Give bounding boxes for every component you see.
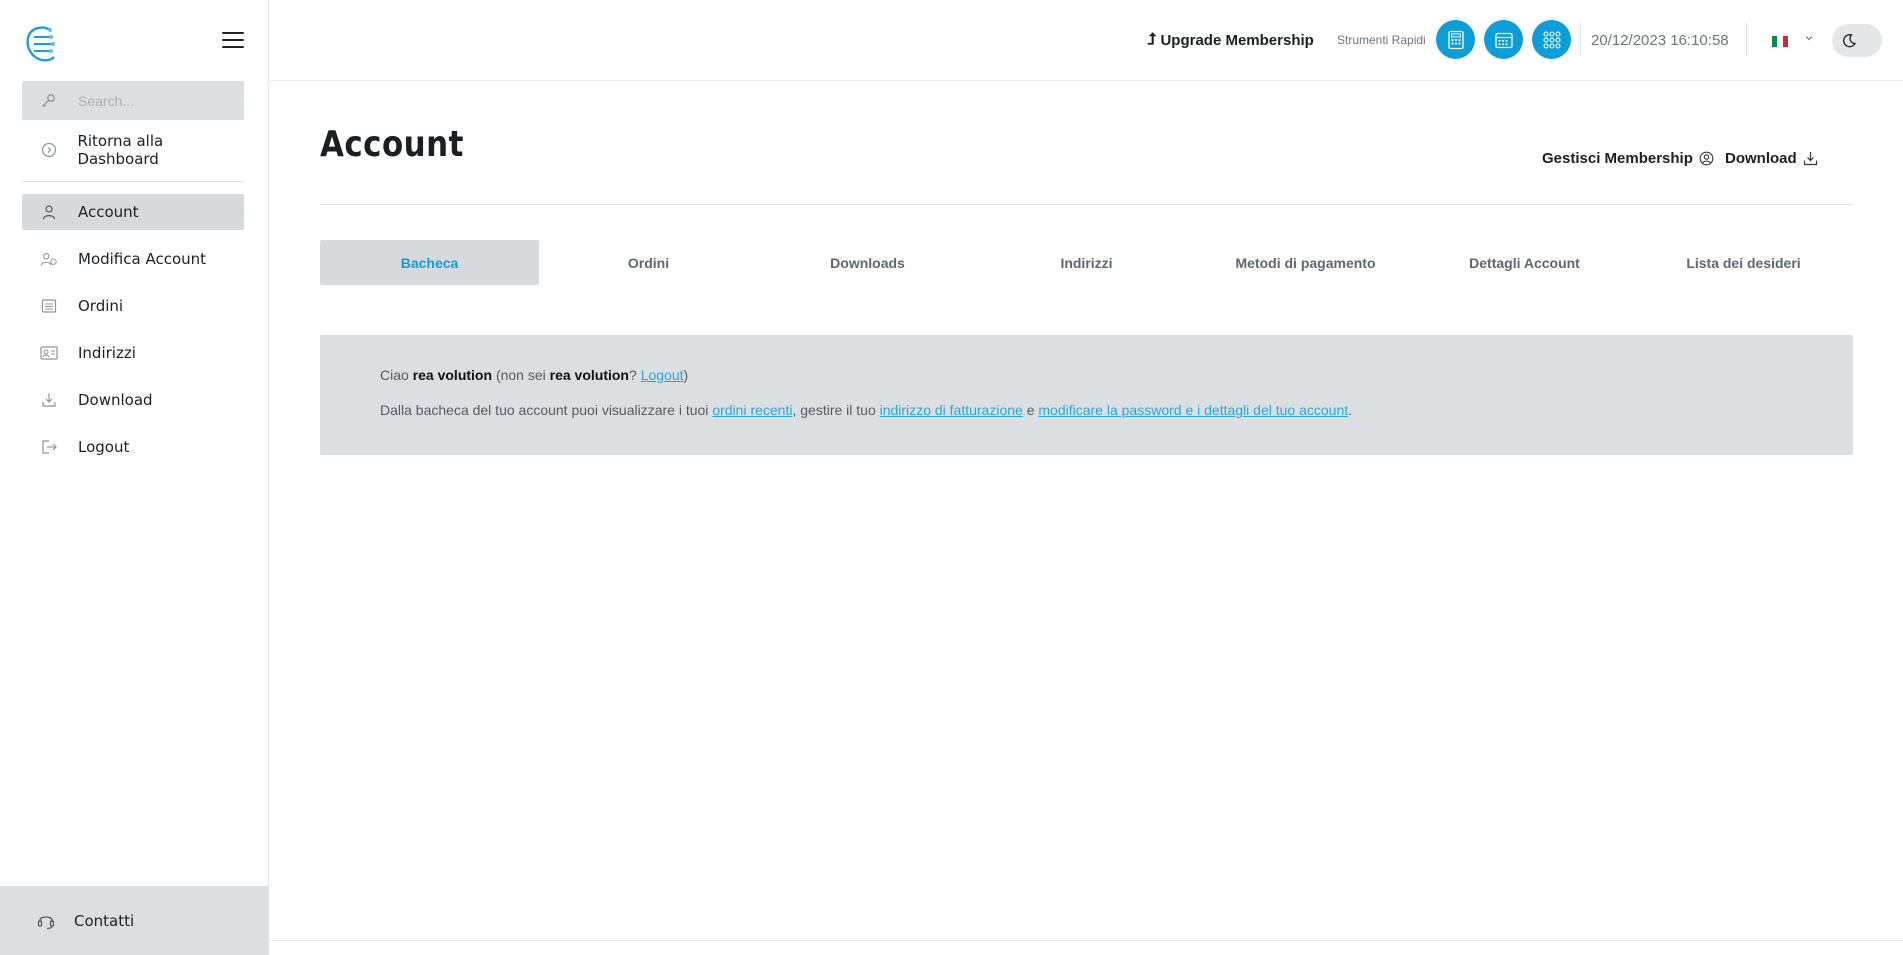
calculator-button[interactable]: [1436, 20, 1475, 59]
tab-ordini[interactable]: Ordini: [539, 240, 758, 285]
upgrade-membership-label: Upgrade Membership: [1160, 31, 1314, 49]
description-intro: Dalla bacheca del tuo account puoi visua…: [380, 402, 709, 418]
description-end: .: [1348, 402, 1353, 418]
footer-divider: [270, 940, 1903, 941]
greeting-question: ?: [629, 367, 637, 383]
back-to-dashboard-label: Ritorna alla Dashboard: [77, 132, 164, 168]
sidebar-item-indirizzi[interactable]: Indirizzi: [22, 335, 244, 371]
moon-icon: [1835, 27, 1862, 54]
contact-button[interactable]: Contatti: [0, 886, 269, 955]
sidebar-item-logout[interactable]: Logout: [22, 429, 244, 465]
dashboard-message-panel: Ciao rea volution (non sei rea volution?…: [320, 335, 1853, 455]
top-bar: ⮥ Upgrade Membership Strumenti Rapidi 20…: [270, 0, 1903, 81]
upgrade-membership-button[interactable]: ⮥ Upgrade Membership: [1147, 31, 1314, 49]
download-icon: [40, 391, 58, 409]
dark-mode-toggle[interactable]: [1832, 24, 1882, 57]
recent-orders-link[interactable]: ordini recenti: [712, 402, 792, 418]
sidebar-item-download[interactable]: Download: [22, 382, 244, 418]
download-icon: [1803, 152, 1817, 166]
logo-icon[interactable]: [24, 24, 58, 64]
greeting-not-you-user: rea volution: [549, 367, 629, 383]
tab-metodi-pagamento[interactable]: Metodi di pagamento: [1196, 240, 1415, 285]
tab-dettagli-account[interactable]: Dettagli Account: [1415, 240, 1634, 285]
billing-address-link[interactable]: indirizzo di fatturazione: [880, 402, 1023, 418]
key-icon: [42, 93, 55, 107]
sidebar: Ritorna alla Dashboard Account Modifica …: [0, 0, 269, 955]
arrow-up-icon: ⮥: [1147, 31, 1157, 48]
sidebar-item-account[interactable]: Account: [22, 194, 244, 230]
user-icon: [40, 203, 58, 221]
quick-tools-label: Strumenti Rapidi: [1337, 33, 1426, 47]
sidebar-item-label: Download: [78, 391, 153, 409]
sidebar-item-label: Indirizzi: [78, 344, 136, 362]
user-circle-icon: [1699, 151, 1714, 166]
download-label: Download: [1725, 150, 1797, 167]
calendar-button[interactable]: [1484, 20, 1523, 59]
apps-grid-icon: [1542, 30, 1561, 49]
circle-arrow-icon: [40, 141, 57, 159]
sidebar-item-label: Logout: [78, 438, 130, 456]
manage-membership-label: Gestisci Membership: [1542, 150, 1693, 167]
search-input[interactable]: [78, 92, 228, 109]
search-box[interactable]: [22, 81, 244, 120]
greeting-not-you: (non sei: [495, 367, 546, 383]
sidebar-item-ordini[interactable]: Ordini: [22, 288, 244, 324]
contact-label: Contatti: [74, 911, 135, 930]
sidebar-item-label: Account: [78, 203, 139, 221]
orders-icon: [40, 297, 58, 315]
dashboard-description: Dalla bacheca del tuo account puoi visua…: [380, 402, 1352, 418]
apps-grid-button[interactable]: [1532, 20, 1571, 59]
calculator-icon: [1447, 30, 1464, 49]
tab-indirizzi[interactable]: Indirizzi: [977, 240, 1196, 285]
greeting-username: rea volution: [412, 367, 493, 383]
description-mid2: e: [1026, 402, 1035, 418]
sidebar-item-modifica-account[interactable]: Modifica Account: [22, 241, 244, 277]
tab-lista-desideri[interactable]: Lista dei desideri: [1634, 240, 1853, 285]
sidebar-divider: [22, 181, 244, 182]
separator: [1746, 22, 1747, 56]
greeting-hello: Ciao: [380, 367, 409, 383]
chevron-down-icon[interactable]: [1804, 33, 1814, 43]
logout-icon: [40, 438, 58, 456]
header-divider: [320, 204, 1853, 205]
headset-icon: [37, 915, 55, 929]
logout-link[interactable]: Logout: [641, 367, 684, 383]
sidebar-item-label: Ordini: [78, 297, 124, 315]
calendar-icon: [1494, 32, 1513, 48]
user-edit-icon: [40, 250, 58, 268]
account-tabs: Bacheca Ordini Downloads Indirizzi Metod…: [320, 240, 1853, 285]
address-card-icon: [40, 344, 58, 362]
description-mid1: , gestire il tuo: [792, 402, 876, 418]
greeting-text: Ciao rea volution (non sei rea volution?…: [380, 367, 688, 383]
sidebar-item-label: Modifica Account: [78, 250, 207, 268]
separator: [1580, 22, 1581, 56]
italy-flag-icon[interactable]: [1772, 36, 1788, 47]
datetime-display: 20/12/2023 16:10:58: [1591, 32, 1729, 49]
page-title: Account: [320, 124, 464, 165]
back-to-dashboard-link[interactable]: Ritorna alla Dashboard: [22, 132, 244, 168]
hamburger-menu-icon[interactable]: [222, 32, 244, 50]
tab-downloads[interactable]: Downloads: [758, 240, 977, 285]
download-button[interactable]: Download: [1725, 150, 1818, 167]
edit-password-link[interactable]: modificare la password e i dettagli del …: [1038, 402, 1348, 418]
manage-membership-button[interactable]: Gestisci Membership: [1542, 150, 1714, 167]
tab-bacheca[interactable]: Bacheca: [320, 240, 539, 285]
greeting-close: ): [683, 367, 689, 383]
